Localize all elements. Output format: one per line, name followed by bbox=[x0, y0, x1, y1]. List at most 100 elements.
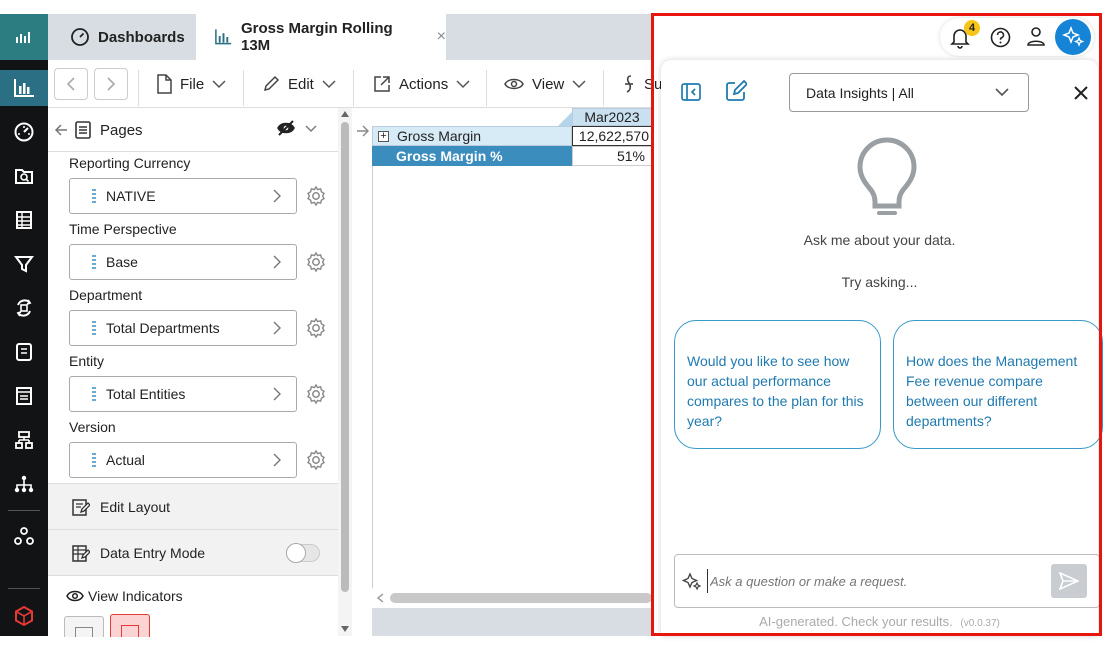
lightbulb-icon bbox=[857, 137, 917, 215]
expand-icon[interactable]: + bbox=[378, 131, 389, 142]
filter-label: Reporting Currency bbox=[69, 155, 191, 171]
reports-icon[interactable] bbox=[0, 70, 48, 106]
help-icon[interactable] bbox=[990, 27, 1011, 48]
bar-chart-icon bbox=[215, 29, 232, 45]
filter-icon[interactable] bbox=[0, 246, 48, 282]
view-indicators-section: View Indicators bbox=[48, 575, 338, 637]
sparkle-icon bbox=[682, 572, 702, 591]
drag-handle-icon bbox=[92, 255, 96, 269]
cube-icon[interactable] bbox=[0, 598, 48, 634]
collapse-panel-icon[interactable] bbox=[681, 82, 701, 102]
notification-badge: 4 bbox=[964, 20, 980, 36]
file-label: File bbox=[180, 75, 205, 93]
scroll-thumb[interactable] bbox=[341, 122, 349, 592]
drag-handle-icon bbox=[92, 189, 96, 203]
settings-gear-icon[interactable] bbox=[305, 317, 327, 339]
send-button[interactable] bbox=[1051, 564, 1087, 598]
scroll-up-icon[interactable] bbox=[340, 110, 350, 118]
version-text: (v0.0.37) bbox=[960, 618, 1000, 629]
actions-label: Actions bbox=[399, 75, 449, 93]
search-folder-icon[interactable] bbox=[0, 158, 48, 194]
report-grid: Mar2023 + Gross Margin 12,622,570 Gross … bbox=[352, 108, 652, 636]
chevron-down-icon[interactable] bbox=[305, 125, 317, 133]
model-icon[interactable] bbox=[0, 422, 48, 458]
scroll-left-icon[interactable] bbox=[376, 593, 384, 603]
header-actions: 4 bbox=[940, 18, 1094, 56]
back-button[interactable] bbox=[54, 68, 88, 100]
arrow-right-icon[interactable] bbox=[356, 124, 370, 138]
new-chat-icon[interactable] bbox=[725, 80, 747, 102]
filter-value: Total Departments bbox=[106, 320, 220, 336]
ledger-icon[interactable] bbox=[0, 378, 48, 414]
close-tab-icon[interactable]: × bbox=[437, 28, 446, 46]
filter-time-perspective[interactable]: Base bbox=[69, 244, 297, 280]
scroll-down-icon[interactable] bbox=[340, 625, 350, 633]
arrow-left-icon[interactable] bbox=[54, 123, 68, 137]
hierarchy-icon[interactable] bbox=[0, 466, 48, 502]
row-label: Gross Margin bbox=[397, 128, 482, 144]
filter-department[interactable]: Total Departments bbox=[69, 310, 297, 346]
drag-handle-icon bbox=[92, 321, 96, 335]
notebook-icon[interactable] bbox=[0, 334, 48, 370]
ask-input[interactable] bbox=[707, 569, 1037, 593]
chevron-right-icon bbox=[273, 387, 281, 401]
view-indicators-label: View Indicators bbox=[88, 588, 183, 604]
edit-layout-label: Edit Layout bbox=[100, 498, 171, 515]
sheet-icon[interactable] bbox=[0, 202, 48, 238]
data-entry-mode-item: Data Entry Mode bbox=[48, 529, 338, 575]
filter-entity[interactable]: Total Entities bbox=[69, 376, 297, 412]
chevron-right-icon bbox=[273, 189, 281, 203]
ai-insights-panel: Data Insights | All Ask me about your da… bbox=[661, 60, 1103, 636]
settings-gear-icon[interactable] bbox=[305, 251, 327, 273]
filter-value: NATIVE bbox=[106, 188, 156, 204]
settings-gear-icon[interactable] bbox=[305, 383, 327, 405]
grid-corner bbox=[372, 108, 572, 126]
view-menu[interactable]: View bbox=[504, 68, 586, 100]
row-value[interactable]: 12,622,570 bbox=[572, 126, 652, 146]
tab-report[interactable]: Gross Margin Rolling 13M × bbox=[196, 14, 446, 60]
indicator-option-neutral[interactable] bbox=[64, 616, 104, 637]
settings-gear-icon[interactable] bbox=[305, 449, 327, 471]
process-icon[interactable] bbox=[0, 290, 48, 326]
h-scroll-thumb[interactable] bbox=[390, 593, 652, 603]
indicator-option-red[interactable] bbox=[110, 614, 150, 637]
suggestion-card[interactable]: Would you like to see how our actual per… bbox=[674, 320, 881, 449]
drag-handle-icon bbox=[92, 387, 96, 401]
row-label: Gross Margin % bbox=[396, 148, 503, 164]
ai-disclaimer-text: AI-generated. Check your results. bbox=[759, 614, 953, 629]
view-indicators-item[interactable]: View Indicators bbox=[66, 588, 183, 604]
ask-input-box[interactable] bbox=[674, 554, 1100, 608]
table-row[interactable]: + Gross Margin bbox=[372, 126, 572, 146]
tab-dashboards-label: Dashboards bbox=[98, 28, 185, 46]
eye-off-icon[interactable] bbox=[277, 120, 295, 136]
settings-gear-icon[interactable] bbox=[305, 185, 327, 207]
filter-label: Entity bbox=[69, 353, 105, 369]
filter-reporting-currency[interactable]: NATIVE bbox=[69, 178, 297, 214]
edit-menu[interactable]: Edit bbox=[262, 68, 336, 100]
pages-scrollbar[interactable] bbox=[338, 108, 352, 636]
insights-dropdown[interactable]: Data Insights | All bbox=[789, 73, 1029, 112]
data-entry-toggle[interactable] bbox=[286, 543, 320, 563]
actions-menu[interactable]: Actions bbox=[373, 68, 470, 100]
filter-version[interactable]: Actual bbox=[69, 442, 297, 478]
pages-panel: Pages Reporting Currency NATIVE Time Per… bbox=[48, 108, 338, 637]
forward-button[interactable] bbox=[94, 68, 128, 100]
table-row[interactable]: Gross Margin % bbox=[372, 146, 572, 166]
column-header[interactable]: Mar2023 bbox=[572, 108, 652, 126]
row-value[interactable]: 51% bbox=[572, 146, 652, 166]
user-icon[interactable] bbox=[1026, 26, 1046, 47]
file-menu[interactable]: File bbox=[156, 68, 226, 100]
close-icon[interactable] bbox=[1073, 85, 1089, 101]
ai-assistant-button[interactable] bbox=[1055, 19, 1091, 55]
filter-label: Time Perspective bbox=[69, 221, 177, 237]
horizontal-scrollbar[interactable] bbox=[372, 588, 652, 608]
file-icon bbox=[157, 74, 172, 94]
suggestion-card[interactable]: How does the Management Fee revenue comp… bbox=[893, 320, 1103, 449]
integration-icon[interactable] bbox=[0, 518, 48, 554]
chevron-left-icon bbox=[66, 77, 75, 91]
dashboard-icon[interactable] bbox=[0, 114, 48, 150]
suppress-menu[interactable]: Su bbox=[622, 68, 662, 100]
tab-dashboards[interactable]: Dashboards bbox=[48, 14, 188, 60]
edit-layout-item[interactable]: Edit Layout bbox=[48, 483, 338, 529]
app-logo[interactable] bbox=[0, 14, 48, 60]
